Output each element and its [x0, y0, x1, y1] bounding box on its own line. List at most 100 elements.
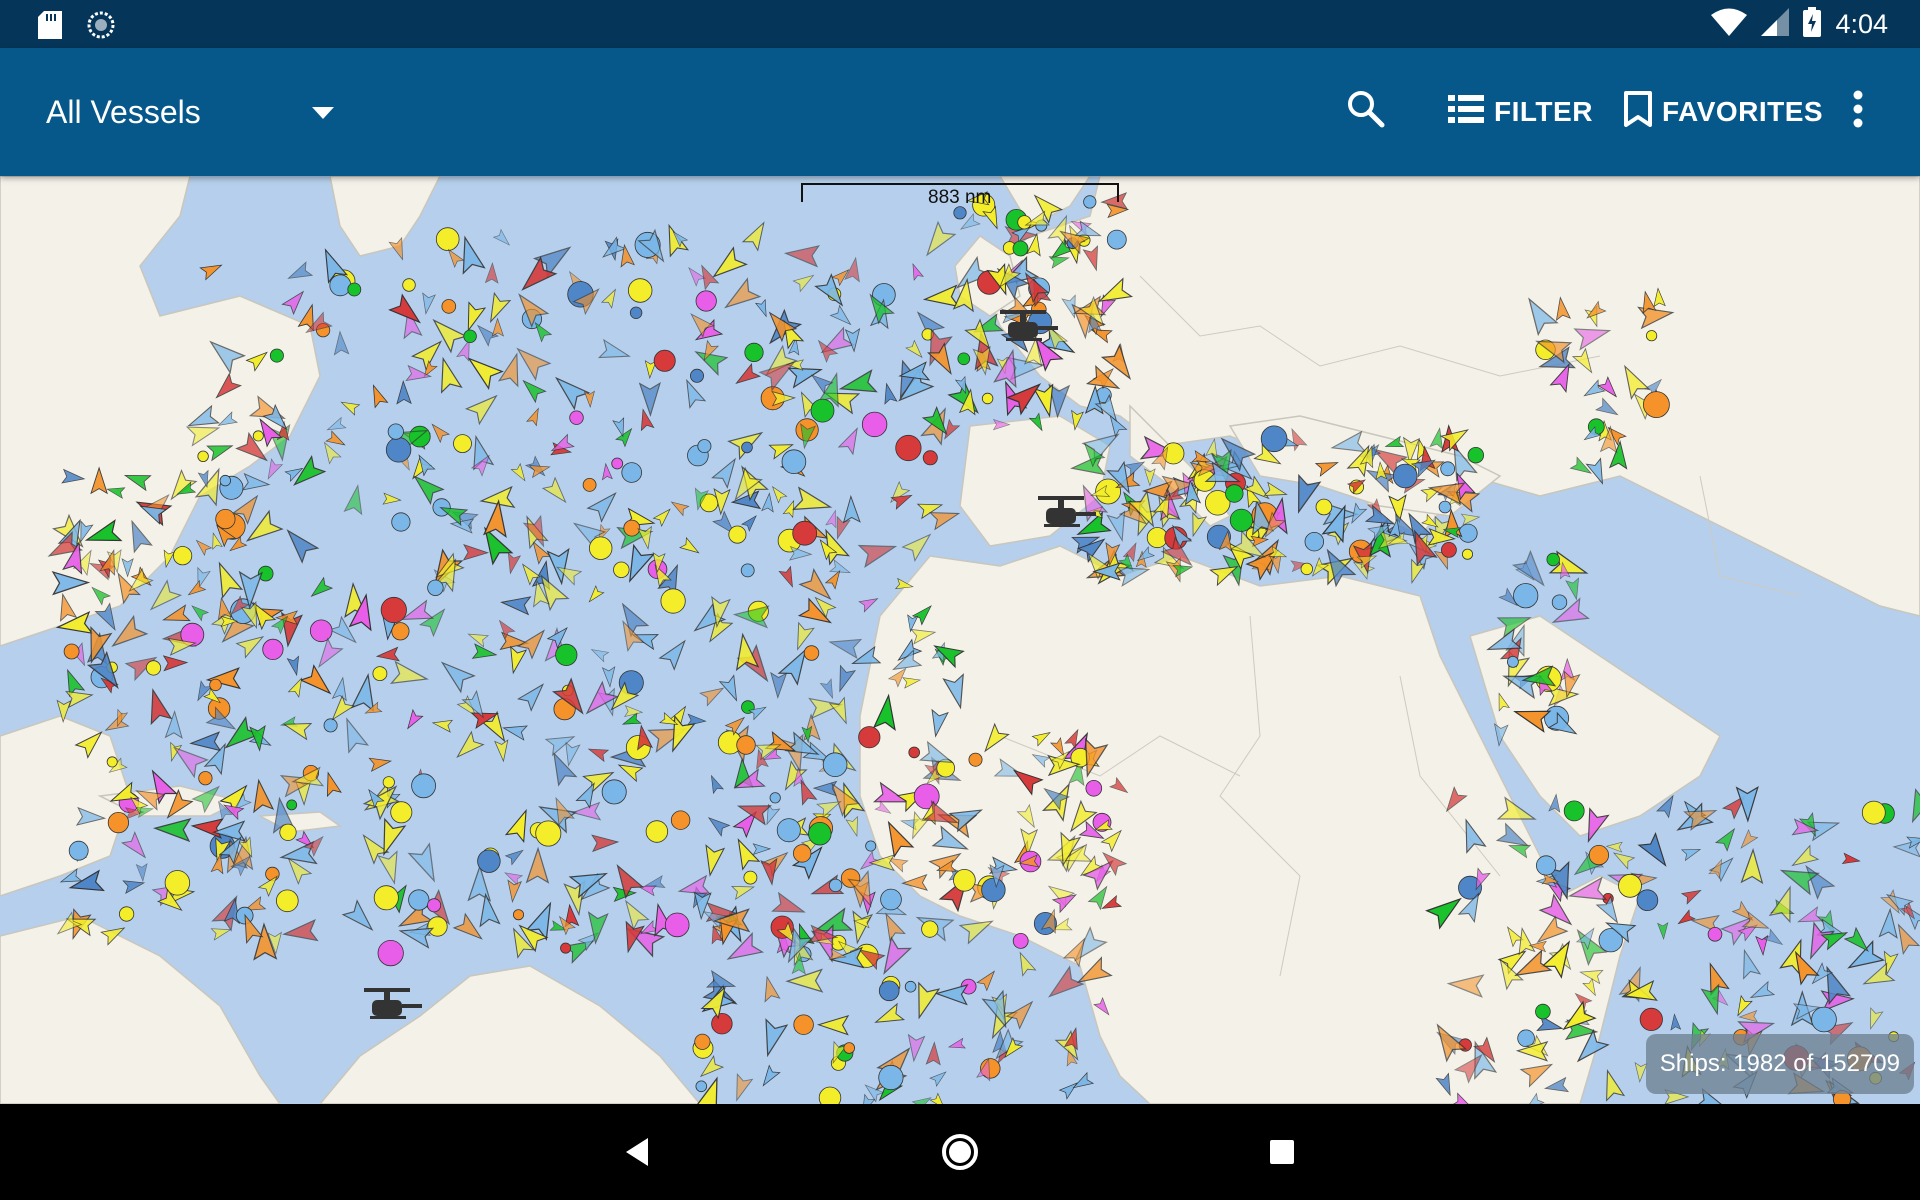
moored-vessel-marker[interactable]	[582, 477, 597, 492]
moored-vessel-marker[interactable]	[922, 450, 938, 466]
moored-vessel-marker[interactable]	[736, 735, 756, 755]
moored-vessel-marker[interactable]	[1458, 523, 1478, 543]
moored-vessel-marker[interactable]	[385, 437, 412, 463]
moored-vessel-marker[interactable]	[981, 392, 994, 405]
vessel-arrow-marker[interactable]	[718, 674, 744, 703]
moored-vessel-marker[interactable]	[215, 508, 236, 530]
vessel-arrow-marker[interactable]	[905, 339, 926, 362]
vessel-arrow-marker[interactable]	[589, 645, 610, 663]
vessel-arrow-marker[interactable]	[193, 680, 213, 703]
moored-vessel-marker[interactable]	[664, 912, 690, 938]
vessel-arrow-marker[interactable]	[517, 679, 549, 712]
vessel-arrow-marker[interactable]	[727, 424, 767, 461]
vessel-arrow-marker[interactable]	[451, 730, 485, 763]
vessel-arrow-marker[interactable]	[929, 1068, 949, 1088]
vessel-arrow-marker[interactable]	[881, 382, 898, 405]
moored-vessel-marker[interactable]	[818, 1086, 842, 1104]
moored-vessel-marker[interactable]	[377, 939, 404, 967]
vessel-arrow-marker[interactable]	[741, 512, 760, 532]
vessel-arrow-marker[interactable]	[842, 494, 861, 524]
moored-vessel-marker[interactable]	[744, 342, 764, 362]
moored-vessel-marker[interactable]	[391, 622, 410, 641]
vessel-arrow-marker[interactable]	[768, 484, 788, 504]
moored-vessel-marker[interactable]	[695, 1080, 708, 1093]
vessel-arrow-marker[interactable]	[152, 817, 192, 843]
vessel-arrow-marker[interactable]	[484, 261, 499, 284]
moored-vessel-marker[interactable]	[1441, 541, 1457, 558]
vessel-arrow-marker[interactable]	[428, 420, 451, 444]
vessel-arrow-marker[interactable]	[925, 1041, 941, 1066]
vessel-arrow-marker[interactable]	[1788, 844, 1820, 873]
moored-vessel-marker[interactable]	[119, 906, 135, 922]
moored-vessel-marker[interactable]	[382, 776, 395, 789]
vessel-arrow-marker[interactable]	[492, 228, 513, 249]
moored-vessel-marker[interactable]	[513, 909, 525, 921]
vessel-arrow-marker[interactable]	[817, 526, 851, 566]
moored-vessel-marker[interactable]	[427, 579, 444, 597]
vessel-arrow-marker[interactable]	[541, 476, 571, 507]
vessel-arrow-marker[interactable]	[494, 739, 510, 763]
moored-vessel-marker[interactable]	[697, 439, 712, 454]
vessel-arrow-marker[interactable]	[1605, 841, 1623, 853]
moored-vessel-marker[interactable]	[1462, 548, 1474, 560]
vessel-arrow-marker[interactable]	[143, 687, 173, 726]
vessel-arrow-marker[interactable]	[976, 967, 999, 992]
moored-vessel-marker[interactable]	[793, 844, 812, 863]
moored-vessel-marker[interactable]	[728, 525, 747, 544]
vessel-arrow-marker[interactable]	[1599, 1068, 1626, 1102]
vessel-arrow-marker[interactable]	[377, 850, 403, 886]
vessel-arrow-marker[interactable]	[504, 846, 526, 866]
vessel-arrow-marker[interactable]	[249, 724, 267, 752]
vessel-arrow-marker[interactable]	[591, 834, 620, 853]
vessel-arrow-marker[interactable]	[609, 860, 645, 900]
vessel-arrow-marker[interactable]	[783, 243, 821, 268]
vessel-arrow-marker[interactable]	[829, 304, 855, 330]
moored-vessel-marker[interactable]	[262, 638, 284, 660]
vessel-arrow-marker[interactable]	[495, 617, 516, 640]
moored-vessel-marker[interactable]	[613, 561, 630, 579]
moored-vessel-marker[interactable]	[106, 756, 118, 768]
moored-vessel-marker[interactable]	[453, 434, 472, 454]
vessel-arrow-marker[interactable]	[471, 643, 498, 662]
vessel-arrow-marker[interactable]	[299, 664, 337, 701]
vessel-arrow-marker[interactable]	[1043, 965, 1085, 1005]
moored-vessel-marker[interactable]	[347, 282, 362, 297]
moored-vessel-marker[interactable]	[1546, 552, 1560, 567]
vessel-arrow-marker[interactable]	[341, 899, 379, 937]
moored-vessel-marker[interactable]	[776, 818, 801, 843]
vessel-arrow-marker[interactable]	[732, 362, 762, 389]
moored-vessel-marker[interactable]	[402, 278, 416, 292]
moored-vessel-marker[interactable]	[589, 536, 613, 560]
vessel-arrow-marker[interactable]	[476, 892, 501, 928]
filter-button[interactable]: FILTER	[1448, 84, 1593, 140]
vessel-arrow-marker[interactable]	[947, 1037, 966, 1051]
vessel-arrow-marker[interactable]	[161, 604, 191, 627]
moored-vessel-marker[interactable]	[1563, 800, 1585, 822]
vessel-arrow-marker[interactable]	[828, 559, 852, 578]
vessel-arrow-marker[interactable]	[844, 256, 863, 283]
vessel-arrow-marker[interactable]	[1460, 512, 1481, 526]
moored-vessel-marker[interactable]	[209, 678, 222, 692]
moored-vessel-marker[interactable]	[880, 888, 902, 911]
moored-vessel-marker[interactable]	[808, 822, 832, 846]
vessel-arrow-marker[interactable]	[1841, 852, 1861, 866]
moored-vessel-marker[interactable]	[904, 980, 917, 993]
vessel-arrow-marker[interactable]	[816, 1014, 850, 1036]
vessel-arrow-marker[interactable]	[420, 292, 436, 315]
moored-vessel-marker[interactable]	[323, 718, 338, 733]
vessel-arrow-marker[interactable]	[1634, 1061, 1648, 1083]
moored-vessel-marker[interactable]	[373, 885, 399, 911]
search-button[interactable]	[1346, 84, 1386, 140]
moored-vessel-marker[interactable]	[408, 889, 430, 911]
vessel-arrow-marker[interactable]	[1736, 948, 1762, 980]
moored-vessel-marker[interactable]	[803, 645, 820, 661]
moored-vessel-marker[interactable]	[1083, 195, 1097, 209]
vessel-arrow-marker[interactable]	[792, 270, 816, 293]
vessel-arrow-marker[interactable]	[462, 544, 490, 561]
moored-vessel-marker[interactable]	[477, 849, 501, 873]
moored-vessel-marker[interactable]	[740, 563, 755, 578]
moored-vessel-marker[interactable]	[660, 588, 686, 614]
vessel-arrow-marker[interactable]	[307, 576, 334, 602]
vessel-arrow-marker[interactable]	[408, 469, 445, 506]
moored-vessel-marker[interactable]	[743, 870, 758, 885]
